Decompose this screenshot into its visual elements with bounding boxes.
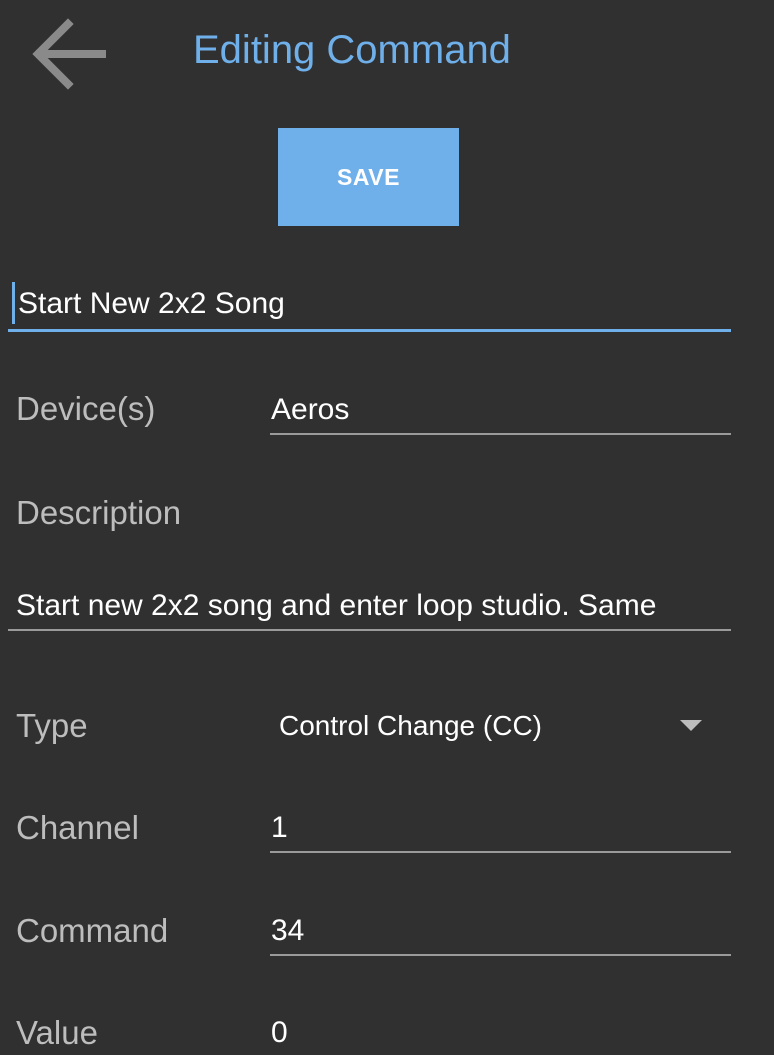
command-underline: [270, 954, 731, 956]
page-title: Editing Command: [193, 28, 511, 72]
devices-label: Device(s): [16, 390, 156, 427]
type-select[interactable]: Control Change (CC): [279, 706, 542, 746]
value-label: Value: [16, 1014, 98, 1051]
value-input[interactable]: 0: [271, 1013, 288, 1053]
command-name-input[interactable]: Start New 2x2 Song: [18, 283, 728, 325]
back-button[interactable]: [30, 18, 106, 90]
command-input[interactable]: 34: [271, 911, 304, 951]
arrow-left-icon: [32, 18, 106, 90]
triangle-down-icon[interactable]: [676, 714, 706, 738]
command-label: Command: [16, 912, 169, 949]
text-cursor: [12, 282, 15, 324]
channel-input[interactable]: 1: [271, 808, 288, 848]
command-name-underline: [8, 329, 731, 332]
description-label: Description: [16, 494, 182, 531]
devices-input[interactable]: Aeros: [271, 390, 349, 430]
devices-underline: [270, 433, 731, 435]
description-underline: [8, 629, 731, 631]
description-input[interactable]: Start new 2x2 song and enter loop studio…: [16, 585, 726, 627]
channel-underline: [270, 851, 731, 853]
save-button[interactable]: SAVE: [278, 128, 459, 226]
channel-label: Channel: [16, 809, 139, 846]
type-label: Type: [16, 707, 88, 744]
